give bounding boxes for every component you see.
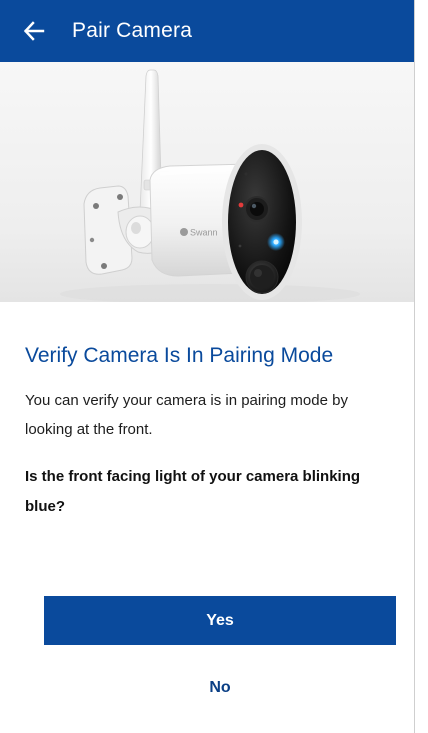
description-text: You can verify your camera is in pairing… [25,392,348,438]
brand-logo-text: Swann [190,228,218,238]
no-button[interactable]: No [44,670,396,706]
page-title: Pair Camera [72,19,193,42]
app-screen: Pair Camera Swann Verify Camera Is In Pa… [0,0,415,733]
section-title: Verify Camera Is In Pairing Mode [25,344,334,367]
yes-button[interactable]: Yes [44,596,396,645]
back-button[interactable] [12,9,56,53]
camera-illustration: Swann [60,69,360,302]
camera-hero-image: Swann [0,62,414,302]
question-text: Is the front facing light of your camera… [25,468,361,515]
main-content: Verify Camera Is In Pairing Mode You can… [25,302,395,522]
app-header: Pair Camera [0,0,414,62]
arrow-left-icon [23,21,45,41]
